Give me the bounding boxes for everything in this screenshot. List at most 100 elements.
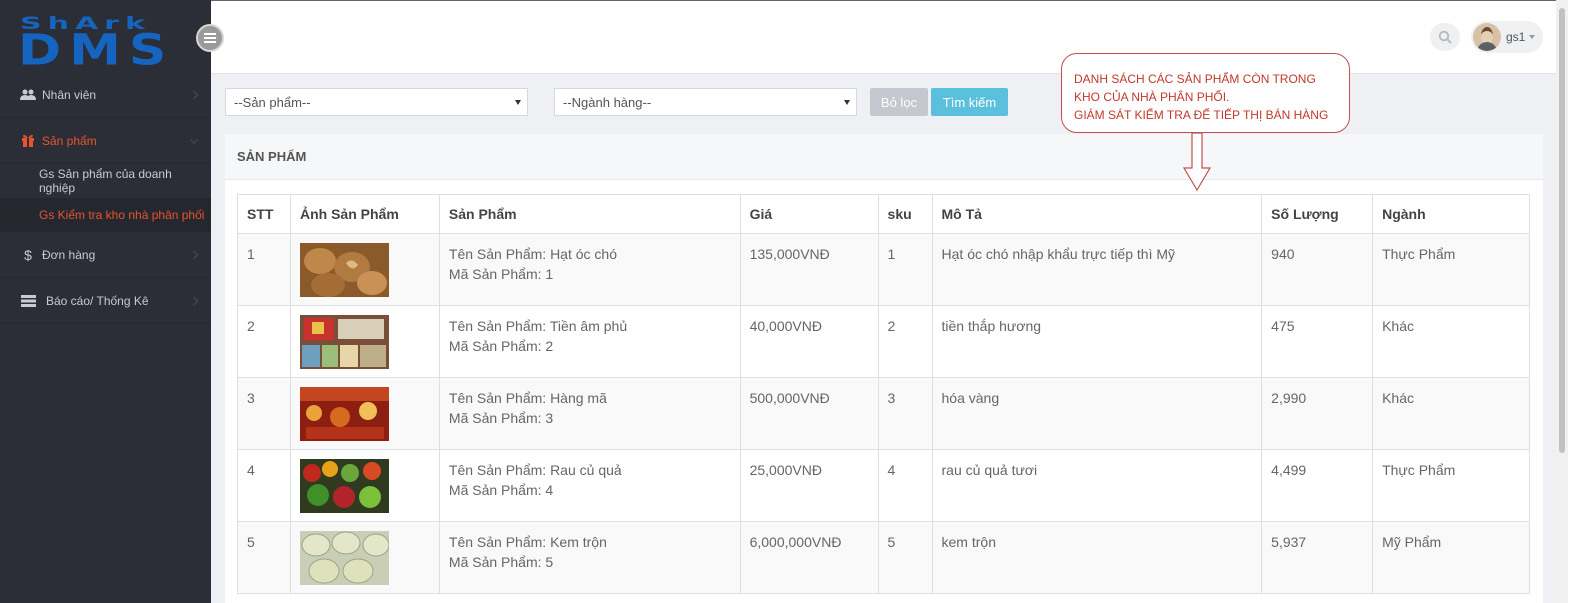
column-header[interactable]: Giá xyxy=(739,194,879,234)
cell-image xyxy=(289,377,440,450)
logo-text-bottom: DMS xyxy=(18,25,175,75)
cell-stt: 4 xyxy=(237,449,291,522)
clear-filter-button[interactable]: Bỏ lọc xyxy=(870,88,928,116)
user-menu[interactable]: gs1 xyxy=(1471,21,1543,53)
table-row[interactable]: 3 Tên Sản Phẩm: Hàng mã Mã Sản Phẩm: 3 50… xyxy=(237,377,1530,450)
product-name: Tên Sản Phẩm: Hàng mã xyxy=(448,390,607,406)
product-image xyxy=(299,387,389,441)
product-table: STT Ảnh Sản Phẩm Sản Phẩm Giá sku Mô Tả … xyxy=(237,194,1530,594)
product-image xyxy=(299,315,389,369)
cell-product: Tên Sản Phẩm: Kem trộn Mã Sản Phẩm: 5 xyxy=(438,521,741,594)
cell-image xyxy=(289,305,440,378)
cell-product: Tên Sản Phẩm: Tiền âm phủ Mã Sản Phẩm: 2 xyxy=(438,305,741,378)
dollar-icon: $ xyxy=(24,246,32,263)
dropdown-arrow-icon xyxy=(515,100,521,105)
cell-quantity: 2,990 xyxy=(1261,377,1374,450)
sidebar-item-nhan-vien[interactable]: Nhân viên xyxy=(0,72,211,118)
sidebar-item-don-hang[interactable]: $ Đơn hàng xyxy=(0,232,211,278)
product-image xyxy=(299,459,389,513)
cell-sku: 3 xyxy=(877,377,933,450)
product-panel: SẢN PHẨM STT Ảnh Sản Phẩm Sản Phẩm Giá s… xyxy=(225,134,1543,603)
column-header[interactable]: Ngành xyxy=(1372,194,1530,234)
column-header[interactable]: Mô Tả xyxy=(931,194,1263,234)
scrollbar-thumb[interactable] xyxy=(1559,8,1565,453)
sidebar-subitem-kiem-tra-kho[interactable]: Gs Kiểm tra kho nhà phân phối xyxy=(0,198,211,232)
product-image xyxy=(299,243,389,297)
cell-description: tiền thắp hương xyxy=(931,305,1263,378)
column-header[interactable]: Số Lượng xyxy=(1261,194,1374,234)
cell-image xyxy=(289,521,440,594)
column-header[interactable]: Sản Phẩm xyxy=(438,194,741,234)
cell-sku: 5 xyxy=(877,521,933,594)
product-name: Tên Sản Phẩm: Hạt óc chó xyxy=(448,246,617,262)
cell-category: Khác xyxy=(1372,377,1530,450)
cell-quantity: 5,937 xyxy=(1261,521,1374,594)
product-code: Mã Sản Phẩm: 4 xyxy=(448,482,554,498)
sidebar-item-san-pham[interactable]: Sản phẩm xyxy=(0,118,211,164)
table-header-row: STT Ảnh Sản Phẩm Sản Phẩm Giá sku Mô Tả … xyxy=(237,194,1530,234)
cell-sku: 2 xyxy=(877,305,933,378)
product-code: Mã Sản Phẩm: 5 xyxy=(448,554,554,570)
product-code: Mã Sản Phẩm: 2 xyxy=(448,338,554,354)
table-row[interactable]: 2 Tên Sản Phẩm: Tiền âm phủ Mã Sản Phẩm: … xyxy=(237,305,1530,378)
cell-price: 135,000VNĐ xyxy=(739,233,879,306)
users-icon xyxy=(20,89,36,101)
cell-image xyxy=(289,449,440,522)
chevron-down-icon xyxy=(189,135,199,144)
search-button[interactable]: Tìm kiếm xyxy=(931,88,1008,116)
search-icon xyxy=(1438,30,1452,44)
avatar xyxy=(1473,23,1501,51)
annotation-callout: DANH SÁCH CÁC SẢN PHẨM CÒN TRONG KHO CỦA… xyxy=(1061,53,1350,133)
chevron-right-icon xyxy=(189,296,199,305)
cell-category: Thực Phẩm xyxy=(1372,449,1530,522)
table-row[interactable]: 4 Tên Sản Phẩm: Rau củ quả Mã Sản Phẩm: 4… xyxy=(237,449,1530,522)
gift-icon xyxy=(20,134,36,147)
chevron-right-icon xyxy=(189,250,199,259)
sidebar-toggle-button[interactable] xyxy=(196,24,224,52)
cell-description: hóa vàng xyxy=(931,377,1263,450)
cell-description: rau củ quả tươi xyxy=(931,449,1263,522)
cell-stt: 3 xyxy=(237,377,291,450)
product-code: Mã Sản Phẩm: 1 xyxy=(448,266,554,282)
chart-icon xyxy=(20,294,36,307)
column-header[interactable]: sku xyxy=(877,194,933,234)
cell-price: 40,000VNĐ xyxy=(739,305,879,378)
cell-description: kem trộn xyxy=(931,521,1263,594)
sidebar: ShArk DMS Nhân viên Sản phẩm Gs Sản phẩm… xyxy=(0,0,211,603)
panel-title: SẢN PHẨM xyxy=(225,134,1543,180)
top-header: gs1 xyxy=(211,0,1556,74)
callout-line: GIÁM SÁT KIỂM TRA ĐỂ TIẾP THỊ BÁN HÀNG xyxy=(1074,108,1329,122)
sidebar-item-label: Báo cáo/ Thống Kê xyxy=(46,293,149,308)
product-name: Tên Sản Phẩm: Rau củ quả xyxy=(448,462,622,478)
cell-stt: 2 xyxy=(237,305,291,378)
category-select[interactable]: --Ngành hàng-- xyxy=(554,88,857,116)
header-search-button[interactable] xyxy=(1430,23,1460,51)
cell-product: Tên Sản Phẩm: Rau củ quả Mã Sản Phẩm: 4 xyxy=(438,449,741,522)
cell-category: Khác xyxy=(1372,305,1530,378)
caret-down-icon xyxy=(1529,35,1536,39)
callout-line: DANH SÁCH CÁC SẢN PHẨM CÒN TRONG xyxy=(1074,72,1316,86)
column-header[interactable]: STT xyxy=(237,194,291,234)
sidebar-item-label: Đơn hàng xyxy=(42,247,96,262)
logo[interactable]: ShArk DMS xyxy=(0,0,211,76)
sidebar-item-label: Nhân viên xyxy=(42,87,97,102)
window-edge xyxy=(1568,0,1593,603)
menu-icon xyxy=(204,33,216,43)
sidebar-subitem-san-pham-doanh-nghiep[interactable]: Gs Sản phẩm của doanh nghiệp xyxy=(0,164,211,198)
table-row[interactable]: 1 Tên Sản Phẩm: Hạt óc chó Mã Sản Phẩm: 1… xyxy=(237,233,1530,306)
username: gs1 xyxy=(1506,30,1526,44)
product-image xyxy=(299,531,390,585)
sidebar-item-label: Sản phẩm xyxy=(42,133,97,148)
cell-category: Mỹ Phẩm xyxy=(1372,521,1530,594)
cell-quantity: 4,499 xyxy=(1261,449,1374,522)
cell-sku: 1 xyxy=(877,233,933,306)
page-scrollbar[interactable] xyxy=(1556,0,1568,603)
product-select[interactable]: --Sản phẩm-- xyxy=(225,88,528,116)
product-name: Tên Sản Phẩm: Tiền âm phủ xyxy=(448,318,628,334)
cell-image xyxy=(289,233,440,306)
table-row[interactable]: 5 Tên Sản Phẩm: Kem trộn Mã Sản Phẩm: 5 6… xyxy=(237,521,1530,594)
sidebar-item-bao-cao[interactable]: Báo cáo/ Thống Kê xyxy=(0,278,211,324)
chevron-right-icon xyxy=(189,90,199,99)
cell-price: 6,000,000VNĐ xyxy=(739,521,879,594)
column-header[interactable]: Ảnh Sản Phẩm xyxy=(289,194,440,234)
